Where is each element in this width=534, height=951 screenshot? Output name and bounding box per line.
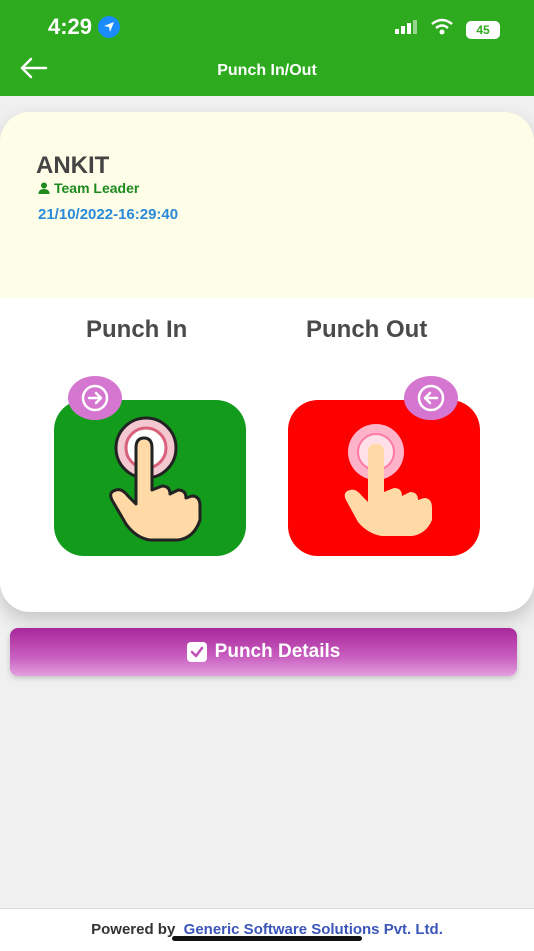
- punch-out-button[interactable]: [288, 400, 480, 556]
- punch-details-label: Punch Details: [214, 641, 341, 662]
- status-time: 4:29: [48, 14, 121, 40]
- home-indicator: [172, 936, 362, 941]
- punch-out-badge: [404, 376, 458, 420]
- tap-hand-icon: [344, 424, 432, 536]
- page-title: Punch In/Out: [217, 62, 317, 79]
- arrow-left-circle-icon: [417, 384, 445, 412]
- tap-hand-icon: [109, 416, 202, 542]
- check-square-icon: [186, 642, 207, 662]
- user-icon: [38, 182, 50, 194]
- punch-details-button[interactable]: Punch Details: [10, 628, 517, 676]
- powered-by-label: Powered by: [91, 921, 176, 938]
- wifi-icon: [430, 18, 454, 41]
- location-arrow-icon: [98, 16, 121, 38]
- arrow-right-circle-icon: [81, 384, 109, 412]
- employee-info-panel: ANKIT Team Leader 21/10/2022-16:29:40: [0, 112, 534, 298]
- employee-name: ANKIT: [36, 152, 110, 179]
- signal-icon: [394, 19, 418, 40]
- punch-in-button[interactable]: [54, 400, 246, 556]
- punch-card: ANKIT Team Leader 21/10/2022-16:29:40 Pu…: [0, 112, 534, 612]
- employee-role-text: Team Leader: [54, 180, 140, 196]
- punch-out-label: Punch Out: [306, 316, 428, 343]
- status-time-text: 4:29: [48, 14, 93, 39]
- status-indicators: 45: [394, 18, 500, 41]
- punch-in-badge: [68, 376, 122, 420]
- battery-icon: 45: [466, 20, 500, 39]
- punch-datetime: 21/10/2022-16:29:40: [38, 206, 179, 223]
- app-header: 4:29 45 Punch In/Out: [0, 0, 534, 96]
- punch-in-label: Punch In: [86, 316, 188, 343]
- footer: Powered by Generic Software Solutions Pv…: [0, 908, 534, 951]
- employee-role: Team Leader: [38, 180, 139, 196]
